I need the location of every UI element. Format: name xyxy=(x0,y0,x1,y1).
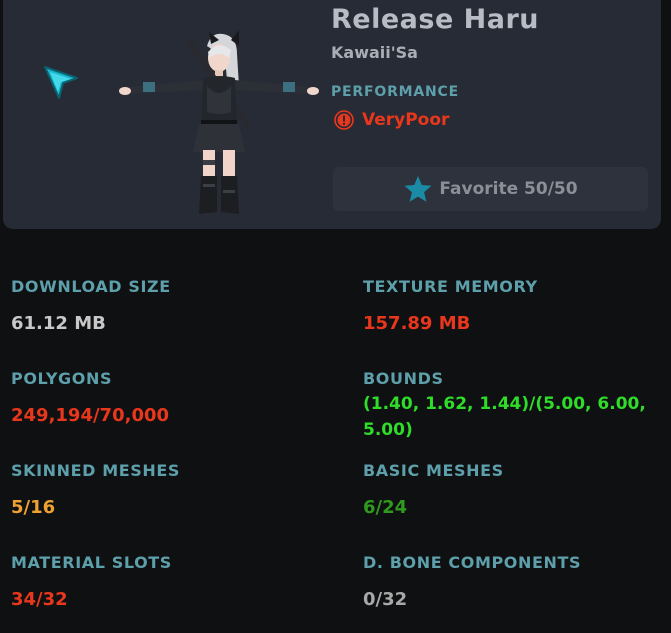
avatar-author: Kawaii'Sa xyxy=(331,43,418,62)
performance-label: PERFORMANCE xyxy=(331,84,459,100)
stat-bounds: BOUNDS (1.40, 1.62, 1.44)/(5.00, 6.00, 5… xyxy=(363,369,671,443)
performance-rating: VeryPoor xyxy=(334,109,449,131)
stat-label: SKINNED MESHES xyxy=(11,461,181,480)
stat-value: 5/16 xyxy=(11,497,56,518)
stat-value: 0/32 xyxy=(363,589,408,610)
stat-basic-meshes: BASIC MESHES 6/24 xyxy=(363,461,504,520)
favorite-label: Favorite 50/50 xyxy=(439,179,578,199)
star-icon xyxy=(404,176,432,202)
stat-texture-memory: TEXTURE MEMORY 157.89 MB xyxy=(363,277,538,336)
stat-polygons: POLYGONS 249,194/70,000 xyxy=(11,369,169,428)
performance-value: VeryPoor xyxy=(362,110,450,130)
stat-material-slots: MATERIAL SLOTS 34/32 xyxy=(11,553,172,612)
stat-label: DOWNLOAD SIZE xyxy=(11,277,171,296)
stat-label: BOUNDS xyxy=(363,369,444,388)
stat-value: 34/32 xyxy=(11,589,68,610)
cursor-arrow-icon xyxy=(44,66,78,99)
stat-skinned-meshes: SKINNED MESHES 5/16 xyxy=(11,461,180,520)
stat-label: POLYGONS xyxy=(11,369,113,388)
avatar-title: Release Haru xyxy=(331,4,540,35)
stat-value: 157.89 MB xyxy=(363,313,471,334)
stat-download-size: DOWNLOAD SIZE 61.12 MB xyxy=(11,277,171,336)
stat-label: MATERIAL SLOTS xyxy=(11,553,172,572)
stat-label: D. BONE COMPONENTS xyxy=(363,553,582,572)
avatar-details-panel: Release Haru Kawaii'Sa PERFORMANCE VeryP… xyxy=(0,0,671,633)
favorite-button[interactable]: Favorite 50/50 xyxy=(333,167,648,211)
stat-label: TEXTURE MEMORY xyxy=(363,277,538,296)
alert-circle-icon xyxy=(334,110,354,130)
stat-value: 61.12 MB xyxy=(11,313,106,334)
stat-value: (1.40, 1.62, 1.44)/(5.00, 6.00, 5.00) xyxy=(363,394,646,440)
stat-label: BASIC MESHES xyxy=(363,461,504,480)
avatar-preview-image xyxy=(119,30,319,214)
stat-value: 249,194/70,000 xyxy=(11,405,170,426)
stat-dynamic-bone-components: D. BONE COMPONENTS 0/32 xyxy=(363,553,581,612)
stat-value: 6/24 xyxy=(363,497,408,518)
avatar-header-card: Release Haru Kawaii'Sa PERFORMANCE VeryP… xyxy=(3,0,661,229)
